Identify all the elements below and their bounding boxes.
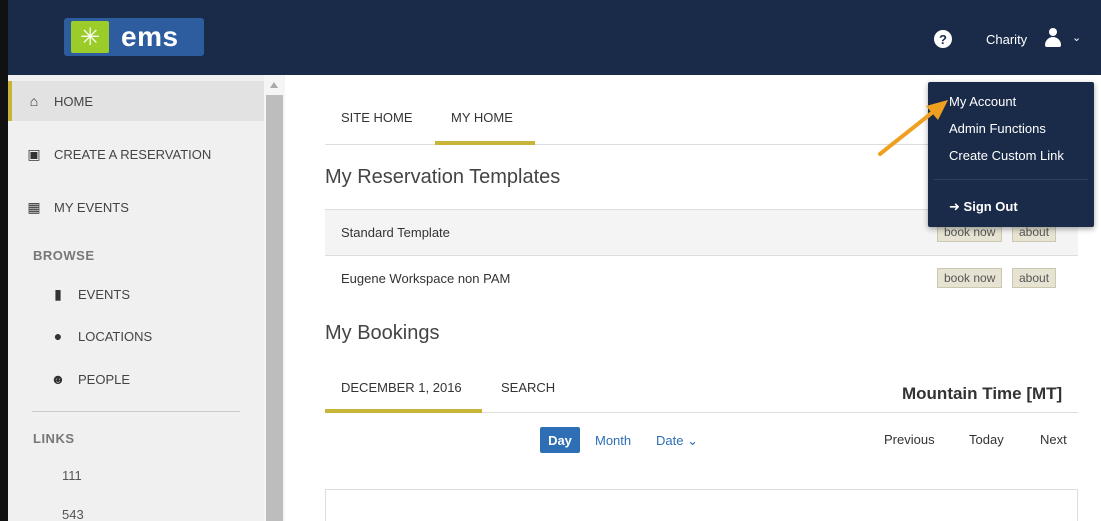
- home-icon: ⌂: [29, 93, 39, 109]
- tab-site-home[interactable]: SITE HOME: [341, 110, 413, 125]
- sidebar-link[interactable]: 543: [62, 507, 84, 521]
- template-name: Standard Template: [341, 225, 450, 240]
- tab-date[interactable]: DECEMBER 1, 2016: [341, 380, 462, 395]
- top-bar: ✳ ems ? Charity ⌄: [8, 0, 1101, 75]
- sidebar-item-events[interactable]: ▮ EVENTS: [8, 276, 264, 312]
- users-icon: ☻: [50, 371, 66, 387]
- sidebar-item-label: MY EVENTS: [54, 199, 129, 215]
- user-name[interactable]: Charity: [986, 32, 1027, 47]
- links-heading: LINKS: [33, 431, 75, 446]
- templates-title: My Reservation Templates: [325, 166, 561, 188]
- sidebar-item-my-events[interactable]: ▦ MY EVENTS: [8, 187, 264, 227]
- chevron-down-icon[interactable]: ⌄: [1072, 31, 1081, 44]
- annotation-arrow-icon: [878, 100, 948, 156]
- menu-item-my-account[interactable]: My Account: [949, 94, 1016, 109]
- sidebar-item-label: PEOPLE: [78, 371, 131, 387]
- template-name: Eugene Workspace non PAM: [341, 271, 511, 286]
- today-button[interactable]: Today: [969, 432, 1004, 447]
- menu-item-admin-functions[interactable]: Admin Functions: [949, 121, 1046, 136]
- timezone-label: Mountain Time [MT]: [902, 384, 1063, 403]
- sidebar-item-label: CREATE A RESERVATION: [54, 146, 212, 162]
- sidebar-item-create-reservation[interactable]: ▣ CREATE A RESERVATION: [8, 134, 264, 174]
- next-button[interactable]: Next: [1040, 432, 1067, 447]
- sidebar-item-label: LOCATIONS: [78, 328, 153, 344]
- view-month-button[interactable]: Month: [595, 433, 631, 448]
- menu-divider: [934, 179, 1088, 180]
- sidebar-scrollbar[interactable]: [264, 75, 285, 521]
- chevron-down-icon: ⌄: [687, 433, 698, 448]
- sidebar-link[interactable]: 111: [62, 468, 82, 483]
- scroll-up-arrow-icon[interactable]: [270, 82, 278, 88]
- scrollbar-thumb[interactable]: [266, 95, 283, 521]
- logo-burst-icon: ✳: [71, 21, 109, 53]
- menu-item-sign-out[interactable]: ➜ Sign Out: [949, 199, 1018, 215]
- sidebar: ⌂ HOME ▣ CREATE A RESERVATION ▦ MY EVENT…: [8, 75, 264, 521]
- question-circle-icon[interactable]: ?: [934, 30, 952, 48]
- user-menu-dropdown: My Account Admin Functions Create Custom…: [928, 82, 1094, 227]
- view-day-button[interactable]: Day: [540, 427, 580, 453]
- previous-button[interactable]: Previous: [884, 432, 935, 447]
- sidebar-item-label: HOME: [54, 93, 93, 109]
- sidebar-item-locations[interactable]: ● LOCATIONS: [8, 318, 264, 354]
- bookings-title: My Bookings: [325, 322, 440, 344]
- book-now-button[interactable]: book now: [937, 268, 1003, 288]
- sidebar-item-people[interactable]: ☻ PEOPLE: [8, 361, 264, 397]
- active-tab-indicator: [435, 141, 535, 145]
- sign-out-label: Sign Out: [963, 199, 1018, 214]
- active-tab-indicator: [325, 409, 482, 413]
- tab-search[interactable]: SEARCH: [501, 380, 555, 395]
- grid-icon: ▦: [27, 198, 41, 215]
- sidebar-item-home[interactable]: ⌂ HOME: [8, 81, 264, 121]
- view-date-dropdown[interactable]: Date ⌄: [656, 433, 698, 449]
- sign-out-icon: ➜: [949, 199, 960, 214]
- map-pin-icon: ●: [53, 328, 63, 344]
- view-date-label: Date: [656, 433, 684, 448]
- template-row: Eugene Workspace non PAM book now about: [325, 255, 1078, 301]
- bookmark-icon: ▮: [54, 285, 62, 302]
- menu-item-create-custom-link[interactable]: Create Custom Link: [949, 148, 1064, 163]
- calendar-plus-icon: ▣: [27, 145, 41, 162]
- user-icon[interactable]: [1044, 28, 1062, 48]
- sidebar-item-label: EVENTS: [78, 286, 131, 302]
- browse-heading: BROWSE: [33, 248, 95, 263]
- tab-my-home[interactable]: MY HOME: [451, 110, 513, 125]
- calendar-panel: [325, 489, 1078, 521]
- ems-logo[interactable]: ✳ ems: [64, 18, 204, 56]
- sidebar-divider: [32, 411, 240, 412]
- about-button[interactable]: about: [1012, 268, 1057, 288]
- app-frame: ✳ ems ? Charity ⌄ ⌂ HOME ▣ CREATE A RESE…: [0, 0, 1101, 521]
- logo-text: ems: [121, 21, 179, 52]
